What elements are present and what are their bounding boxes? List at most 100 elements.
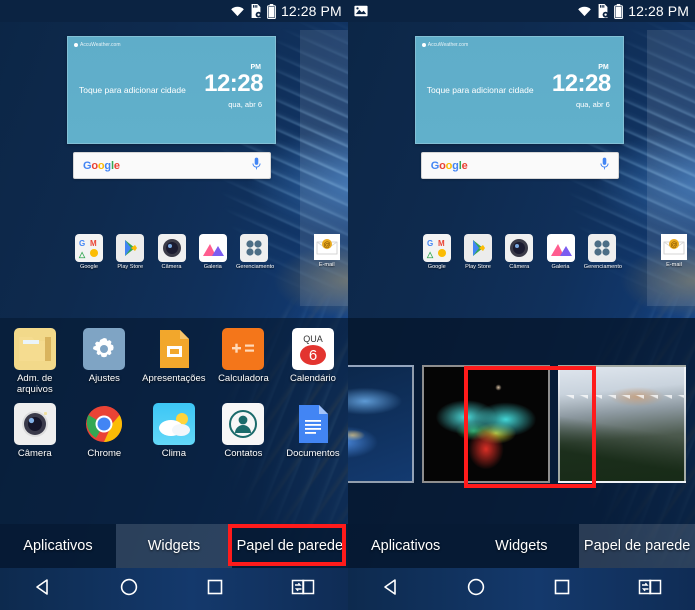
dock-item-google[interactable]: G M △ Google bbox=[71, 234, 107, 270]
two-panel-tutorial-screenshot: 12:28 PM AccuWeather.com Toque para adic… bbox=[0, 0, 695, 610]
sdcard-icon bbox=[250, 4, 262, 18]
home-circle-icon[interactable] bbox=[119, 577, 139, 602]
app-item-chrome[interactable]: Chrome bbox=[70, 399, 140, 459]
widget-date: qua, abr 6 bbox=[575, 100, 610, 109]
accuweather-label: AccuWeather.com bbox=[80, 42, 121, 48]
image-notification-icon[interactable] bbox=[354, 5, 368, 17]
wifi-icon bbox=[230, 5, 245, 17]
app-item-calculator[interactable]: Calculadora bbox=[209, 324, 279, 395]
tab-widgets[interactable]: Widgets bbox=[115, 524, 232, 568]
app-item-calendar[interactable]: QUA 6 Calendário bbox=[278, 324, 348, 395]
camera-icon bbox=[157, 234, 186, 262]
microphone-icon[interactable] bbox=[252, 157, 261, 175]
camera-icon bbox=[505, 234, 534, 262]
side-app-email-label: E-mail bbox=[666, 262, 682, 268]
google-search-bar[interactable]: Google bbox=[420, 152, 619, 179]
app-grid: Adm. de arquivos Ajustes Apresentações C… bbox=[0, 324, 348, 459]
home-circle-icon[interactable] bbox=[466, 577, 486, 602]
dock-item-camera[interactable]: Câmera bbox=[501, 234, 537, 270]
dock-item-gallery[interactable]: Galeria bbox=[195, 234, 231, 270]
tab-widgets[interactable]: Widgets bbox=[463, 524, 580, 568]
wallpaper-thumb-blue-abstract[interactable] bbox=[347, 365, 414, 483]
svg-text:QUA: QUA bbox=[303, 334, 323, 344]
dock-item-management[interactable]: Gerenciamento bbox=[236, 234, 275, 270]
status-bar-right: 12:28 PM bbox=[347, 0, 695, 22]
tab-papel-de-parede-label: Papel de parede bbox=[236, 538, 344, 554]
status-bar-clock: 12:28 PM bbox=[628, 3, 689, 19]
tab-aplicativos-label: Aplicativos bbox=[23, 538, 93, 554]
dock-item-gallery[interactable]: Galeria bbox=[543, 234, 579, 270]
docs-icon bbox=[292, 403, 334, 445]
play-store-icon bbox=[464, 234, 492, 262]
wallpaper-thumb-snowy-mountain[interactable] bbox=[557, 365, 686, 483]
dock-label-management: Gerenciamento bbox=[583, 264, 622, 270]
svg-text:△: △ bbox=[426, 250, 434, 259]
google-folder-icon: G M △ bbox=[75, 234, 103, 262]
app-item-slides[interactable]: Apresentações bbox=[139, 324, 209, 395]
app-label-camera: Câmera bbox=[17, 448, 52, 459]
dock-item-management[interactable]: Gerenciamento bbox=[583, 234, 622, 270]
app-item-weather[interactable]: Clima bbox=[139, 399, 209, 459]
svg-text:6: 6 bbox=[309, 347, 317, 364]
app-label-calendar: Calendário bbox=[289, 373, 336, 384]
camera-icon bbox=[13, 403, 56, 445]
dual-window-icon[interactable] bbox=[638, 577, 662, 602]
add-city-prompt[interactable]: Toque para adicionar cidade bbox=[79, 85, 186, 95]
dock-item-google[interactable]: G M △ Google bbox=[419, 234, 455, 270]
app-row-1: Adm. de arquivos Ajustes Apresentações C… bbox=[0, 324, 348, 395]
app-item-settings[interactable]: Ajustes bbox=[70, 324, 140, 395]
google-search-bar[interactable]: Google bbox=[73, 152, 271, 179]
wallpaper-thumb-bird-wings[interactable] bbox=[421, 365, 550, 483]
weather-clock-widget[interactable]: AccuWeather.com Toque para adicionar cid… bbox=[67, 36, 276, 144]
tab-papel-de-parede[interactable]: Papel de parede bbox=[231, 524, 348, 568]
app-item-camera[interactable]: Câmera bbox=[0, 399, 70, 459]
dock-label-play-store: Play Store bbox=[117, 264, 144, 270]
dock-label-management: Gerenciamento bbox=[236, 264, 275, 270]
app-item-docs[interactable]: Documentos bbox=[278, 399, 348, 459]
recents-square-icon[interactable] bbox=[205, 577, 225, 602]
back-triangle-icon[interactable] bbox=[33, 577, 53, 602]
dock-item-play-store[interactable]: Play Store bbox=[460, 234, 496, 270]
accuweather-branding: AccuWeather.com bbox=[74, 42, 120, 48]
chrome-icon bbox=[83, 403, 125, 445]
navigation-bar-left bbox=[0, 568, 348, 610]
drawer-tabs-left: Aplicativos Widgets Papel de parede bbox=[0, 524, 348, 568]
widget-clock-time: 12:28 bbox=[204, 70, 263, 97]
back-triangle-icon[interactable] bbox=[381, 577, 401, 602]
app-item-contacts[interactable]: Contatos bbox=[209, 399, 279, 459]
dock-item-camera[interactable]: Câmera bbox=[154, 234, 190, 270]
svg-text:△: △ bbox=[78, 250, 86, 259]
widget-date: qua, abr 6 bbox=[228, 100, 262, 109]
email-icon: @ bbox=[661, 234, 687, 260]
email-icon: @ bbox=[313, 234, 340, 260]
add-city-prompt[interactable]: Toque para adicionar cidade bbox=[427, 85, 534, 95]
app-row-2: Câmera Chrome Clima Contatos Documentos bbox=[0, 399, 348, 459]
tab-papel-de-parede[interactable]: Papel de parede bbox=[579, 524, 695, 568]
wallpaper-thumbnail-list[interactable] bbox=[347, 364, 695, 484]
accuweather-label: AccuWeather.com bbox=[427, 42, 469, 48]
dual-window-icon[interactable] bbox=[291, 577, 315, 602]
tab-aplicativos[interactable]: Aplicativos bbox=[347, 524, 464, 568]
side-app-email[interactable]: @ E-mail bbox=[308, 234, 346, 268]
recents-square-icon[interactable] bbox=[552, 577, 572, 602]
svg-text:M: M bbox=[90, 239, 97, 248]
status-bar-left: 12:28 PM bbox=[0, 0, 348, 22]
weather-clock-widget[interactable]: AccuWeather.com Toque para adicionar cid… bbox=[414, 36, 624, 144]
dock-item-play-store[interactable]: Play Store bbox=[112, 234, 148, 270]
svg-text:@: @ bbox=[323, 242, 330, 249]
tab-aplicativos[interactable]: Aplicativos bbox=[0, 524, 116, 568]
side-app-email-label: E-mail bbox=[318, 262, 335, 268]
home-dock: G M △ Google Play Store Câmera Galeria G… bbox=[67, 234, 276, 270]
app-item-file-manager[interactable]: Adm. de arquivos bbox=[0, 324, 70, 395]
management-folder-icon bbox=[240, 234, 268, 262]
side-app-email[interactable]: @ E-mail bbox=[655, 234, 693, 268]
microphone-icon[interactable] bbox=[600, 157, 609, 175]
dock-label-gallery: Galeria bbox=[551, 264, 570, 270]
slides-icon bbox=[153, 328, 195, 370]
tab-papel-de-parede-label: Papel de parede bbox=[583, 538, 691, 554]
google-logo-icon: Google bbox=[83, 159, 120, 172]
widget-clock-time: 12:28 bbox=[551, 70, 611, 97]
file-manager-icon bbox=[13, 328, 56, 370]
phone-screen-left: 12:28 PM AccuWeather.com Toque para adic… bbox=[0, 0, 348, 610]
dock-label-google: Google bbox=[79, 264, 99, 270]
